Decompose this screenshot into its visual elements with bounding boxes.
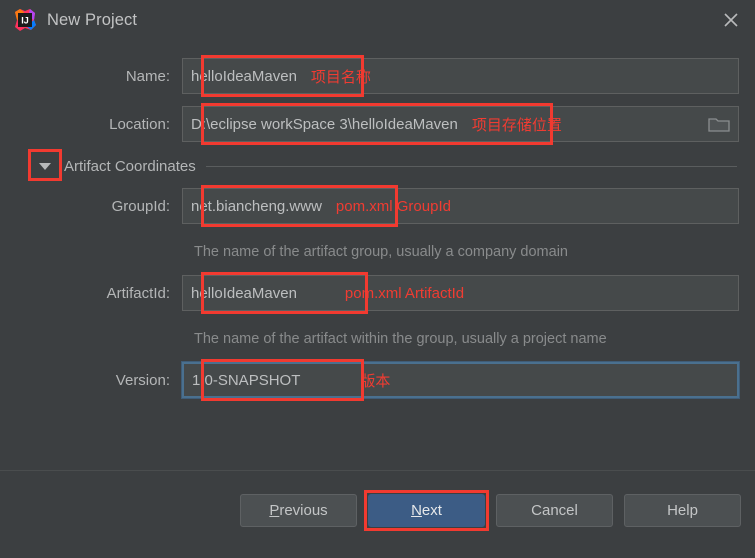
location-label: Location: (109, 115, 170, 133)
groupid-input[interactable]: net.biancheng.www pom.xml GroupId (182, 188, 739, 224)
previous-mnemonic: P (269, 502, 280, 519)
location-input[interactable]: D:\eclipse workSpace 3\helloIdeaMaven 项目… (182, 106, 739, 142)
dialog-titlebar: IJ New Project (0, 0, 755, 40)
cancel-button-label: Cancel (531, 502, 578, 519)
groupid-input-value: net.biancheng.www (191, 197, 322, 215)
next-button[interactable]: Next (368, 494, 485, 527)
artifactid-helper-text: The name of the artifact within the grou… (194, 331, 607, 347)
new-project-dialog: IJ New Project Name: helloIdeaMaven 项目名称… (0, 0, 755, 558)
next-button-wrap: Next (364, 490, 489, 531)
dialog-content: Name: helloIdeaMaven 项目名称 Location: D:\e… (0, 40, 755, 470)
location-annotation-text: 项目存储位置 (471, 115, 562, 134)
name-input-value: helloIdeaMaven (191, 67, 297, 85)
dialog-footer: Previous Next Cancel Help (0, 470, 755, 558)
groupid-helper-wrap: The name of the artifact group, usually … (16, 236, 739, 275)
name-label: Name: (125, 67, 170, 85)
version-input[interactable]: 1.0-SNAPSHOT 版本 (181, 361, 740, 399)
folder-icon[interactable] (700, 115, 730, 133)
artifactid-row: ArtifactId: helloIdeaMaven pom.xml Artif… (16, 272, 739, 314)
svg-text:IJ: IJ (21, 16, 29, 26)
version-label: Version: (115, 371, 170, 389)
artifactid-input-value: helloIdeaMaven (191, 284, 297, 302)
previous-rest: revious (279, 502, 328, 519)
version-row: Version: 1.0-SNAPSHOT 版本 (16, 359, 740, 401)
helper-spacer (16, 323, 194, 362)
previous-button[interactable]: Previous (240, 494, 357, 527)
previous-button-label: Previous (269, 502, 327, 519)
artifactid-label: ArtifactId: (106, 284, 170, 302)
helper-spacer (16, 236, 194, 275)
next-mnemonic: N (411, 502, 422, 519)
groupid-helper-text: The name of the artifact group, usually … (194, 244, 568, 260)
name-input[interactable]: helloIdeaMaven 项目名称 (182, 58, 739, 94)
name-row: Name: helloIdeaMaven 项目名称 (16, 55, 739, 97)
next-rest: ext (421, 502, 442, 519)
name-annotation-text: 项目名称 (310, 67, 371, 86)
artifactid-input[interactable]: helloIdeaMaven pom.xml ArtifactId (182, 275, 739, 311)
version-input-value: 1.0-SNAPSHOT (192, 371, 301, 389)
groupid-label: GroupId: (111, 197, 170, 215)
artifactid-annotation-text: pom.xml ArtifactId (344, 284, 465, 302)
dialog-title: New Project (47, 10, 138, 29)
artifact-coordinates-section-header: Artifact Coordinates (16, 149, 739, 181)
section-separator (205, 165, 737, 167)
location-input-value: D:\eclipse workSpace 3\helloIdeaMaven (191, 115, 458, 133)
intellij-idea-icon: IJ (12, 7, 38, 33)
location-row: Location: D:\eclipse workSpace 3\helloId… (16, 103, 739, 145)
version-annotation-text: 版本 (360, 371, 391, 390)
groupid-row: GroupId: net.biancheng.www pom.xml Group… (16, 185, 739, 227)
next-button-label: Next (411, 502, 442, 519)
help-button[interactable]: Help (624, 494, 741, 527)
groupid-annotation-text: pom.xml GroupId (335, 197, 451, 215)
cancel-button[interactable]: Cancel (496, 494, 613, 527)
artifact-coordinates-label: Artifact Coordinates (64, 157, 196, 175)
chevron-down-icon[interactable] (28, 149, 62, 181)
help-button-label: Help (667, 502, 698, 519)
artifactid-helper-wrap: The name of the artifact within the grou… (16, 323, 739, 362)
close-icon[interactable] (707, 0, 755, 40)
